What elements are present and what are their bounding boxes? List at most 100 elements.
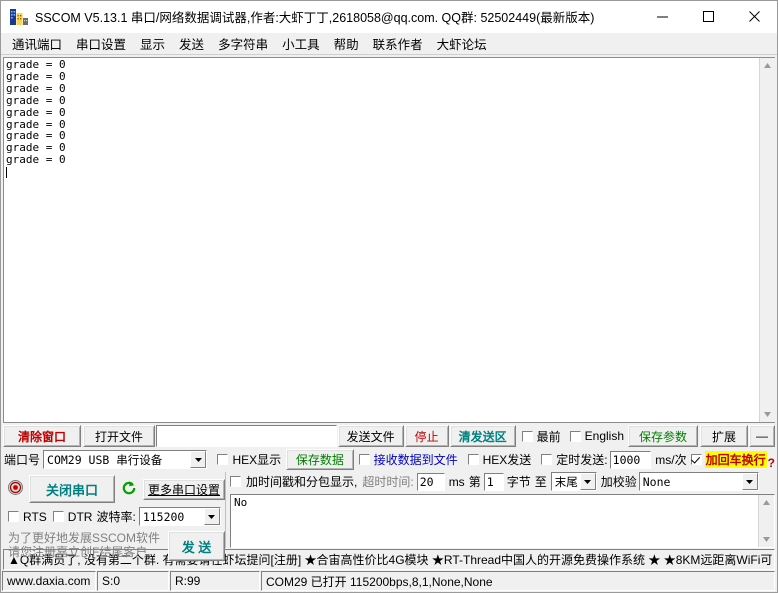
byte-to-label: 至 [535,473,547,490]
hex-send-label: HEX发送 [483,451,532,468]
checksum-value: None [640,475,742,489]
interval-unit-label: ms/次 [655,451,686,468]
toolbar-row-2: 端口号 COM29 USB 串行设备 HEX显示 保存数据 接收数据到文件 HE… [3,449,775,470]
collapse-button[interactable]: — [749,425,775,447]
clear-send-area-button[interactable]: 清发送区 [450,425,516,447]
save-data-button[interactable]: 保存数据 [286,449,353,470]
timestamp-label: 加时间戳和分包显示, [246,473,357,490]
byte-unit-label: 字节 [507,473,531,490]
open-file-button[interactable]: 打开文件 [83,425,155,447]
more-port-settings-label: 更多串口设置 [148,481,220,498]
window-controls [639,1,777,32]
close-button[interactable] [731,1,777,32]
checksum-label: 加校验 [601,473,637,490]
topmost-checkbox[interactable] [522,431,533,442]
chevron-down-icon[interactable] [190,451,206,468]
recv-to-file-checkbox[interactable] [359,454,370,465]
menu-item-contact-author[interactable]: 联系作者 [366,32,430,55]
help-question-icon[interactable]: ? [768,456,775,470]
dtr-label: DTR [68,510,93,524]
byte-end-value: 末尾 [552,474,580,490]
menu-item-comm-port[interactable]: 通讯端口 [5,32,69,55]
checksum-select[interactable]: None [639,472,759,491]
toolbar-row-1: 清除窗口 打开文件 发送文件 停止 清发送区 最前 English 保存参数 扩… [3,425,775,447]
byte-end-select[interactable]: 末尾 [551,472,597,491]
menu-item-send[interactable]: 发送 [172,32,211,55]
menu-item-help[interactable]: 帮助 [327,32,366,55]
hex-send-checkbox[interactable] [468,454,479,465]
packet-options-panel: 加时间戳和分包显示, 超时时间: 20 ms 第 1 字节 至 末尾 加校验 N… [226,472,775,548]
byte-from-input[interactable]: 1 [484,473,504,491]
port-select-value: COM29 USB 串行设备 [44,452,190,468]
timestamp-checkbox[interactable] [230,476,241,487]
chevron-down-icon[interactable] [580,473,596,490]
rts-checkbox[interactable] [8,511,19,522]
status-sent-count: S:0 [97,571,169,591]
menu-item-forum[interactable]: 大虾论坛 [430,32,494,55]
refresh-ports-icon[interactable] [121,480,137,499]
minimize-button[interactable] [639,1,685,32]
send-textarea-content[interactable]: No [231,495,758,547]
chevron-down-icon[interactable] [742,473,758,490]
text-caret [6,167,7,178]
timeout-label: 超时时间: [362,473,413,490]
app-icon [8,7,30,27]
serial-port-panel: 关闭串口 更多串口设置 RTS DTR 波特率: 11520 [3,472,226,548]
menu-item-serial-settings[interactable]: 串口设置 [69,32,133,55]
receive-scrollbar[interactable] [759,58,775,422]
timed-send-label: 定时发送: [556,451,607,468]
baud-rate-label: 波特率: [96,508,135,525]
crlf-label: 加回车换行 [705,451,767,468]
menu-item-tools[interactable]: 小工具 [275,32,327,55]
status-received-count: R:99 [170,571,260,591]
receive-text[interactable]: grade = 0 grade = 0 grade = 0 grade = 0 … [4,58,759,422]
rts-label: RTS [23,510,47,524]
english-label: English [585,429,624,443]
status-bar: www.daxia.com S:0 R:99 COM29 已打开 115200b… [1,571,777,592]
topmost-label: 最前 [537,428,561,445]
hex-display-label: HEX显示 [232,451,281,468]
baud-rate-select[interactable]: 115200 [139,507,221,526]
scroll-up-icon[interactable] [759,495,774,510]
port-status-indicator-icon[interactable] [8,480,23,498]
menu-bar: 通讯端口 串口设置 显示 发送 多字符串 小工具 帮助 联系作者 大虾论坛 [1,33,777,55]
dtr-checkbox[interactable] [53,511,64,522]
port-label: 端口号 [3,451,43,468]
scroll-down-icon[interactable] [759,532,774,547]
port-select[interactable]: COM29 USB 串行设备 [43,450,207,469]
extend-button[interactable]: 扩展 [700,425,748,447]
recv-to-file-label: 接收数据到文件 [374,451,458,468]
title-bar: SSCOM V5.13.1 串口/网络数据调试器,作者:大虾丁丁,2618058… [1,1,777,33]
clear-window-button[interactable]: 清除窗口 [3,425,81,447]
crlf-checkbox[interactable] [691,454,702,465]
sscom-window: SSCOM V5.13.1 串口/网络数据调试器,作者:大虾丁丁,2618058… [0,0,778,593]
timed-send-checkbox[interactable] [541,454,552,465]
byte-from-label: 第 [469,473,481,490]
window-title: SSCOM V5.13.1 串口/网络数据调试器,作者:大虾丁丁,2618058… [35,7,639,26]
save-params-button[interactable]: 保存参数 [628,425,698,447]
menu-item-display[interactable]: 显示 [133,32,172,55]
scroll-down-icon[interactable] [760,407,775,422]
status-website[interactable]: www.daxia.com [2,571,96,591]
timeout-input[interactable]: 20 [417,473,445,491]
english-checkbox[interactable] [570,431,581,442]
file-path-input[interactable] [156,425,337,447]
lower-panel: 关闭串口 更多串口设置 RTS DTR 波特率: 11520 [3,472,775,548]
scroll-up-icon[interactable] [760,58,775,73]
more-port-settings-button[interactable]: 更多串口设置 [143,479,225,500]
send-textarea[interactable]: No [230,494,775,548]
hex-display-checkbox[interactable] [217,454,228,465]
stop-button[interactable]: 停止 [405,425,449,447]
send-scrollbar[interactable] [758,495,774,547]
menu-item-multi-string[interactable]: 多字符串 [211,32,275,55]
close-port-button[interactable]: 关闭串口 [29,475,115,503]
chevron-down-icon[interactable] [204,508,220,525]
send-button[interactable]: 发 送 [168,531,225,561]
timeout-unit-label: ms [449,475,465,489]
send-file-button[interactable]: 发送文件 [338,425,404,447]
send-interval-input[interactable]: 1000 [610,451,652,469]
maximize-button[interactable] [685,1,731,32]
baud-rate-value: 115200 [140,510,204,524]
receive-area[interactable]: grade = 0 grade = 0 grade = 0 grade = 0 … [3,57,775,423]
status-port-state: COM29 已打开 115200bps,8,1,None,None [261,571,775,591]
